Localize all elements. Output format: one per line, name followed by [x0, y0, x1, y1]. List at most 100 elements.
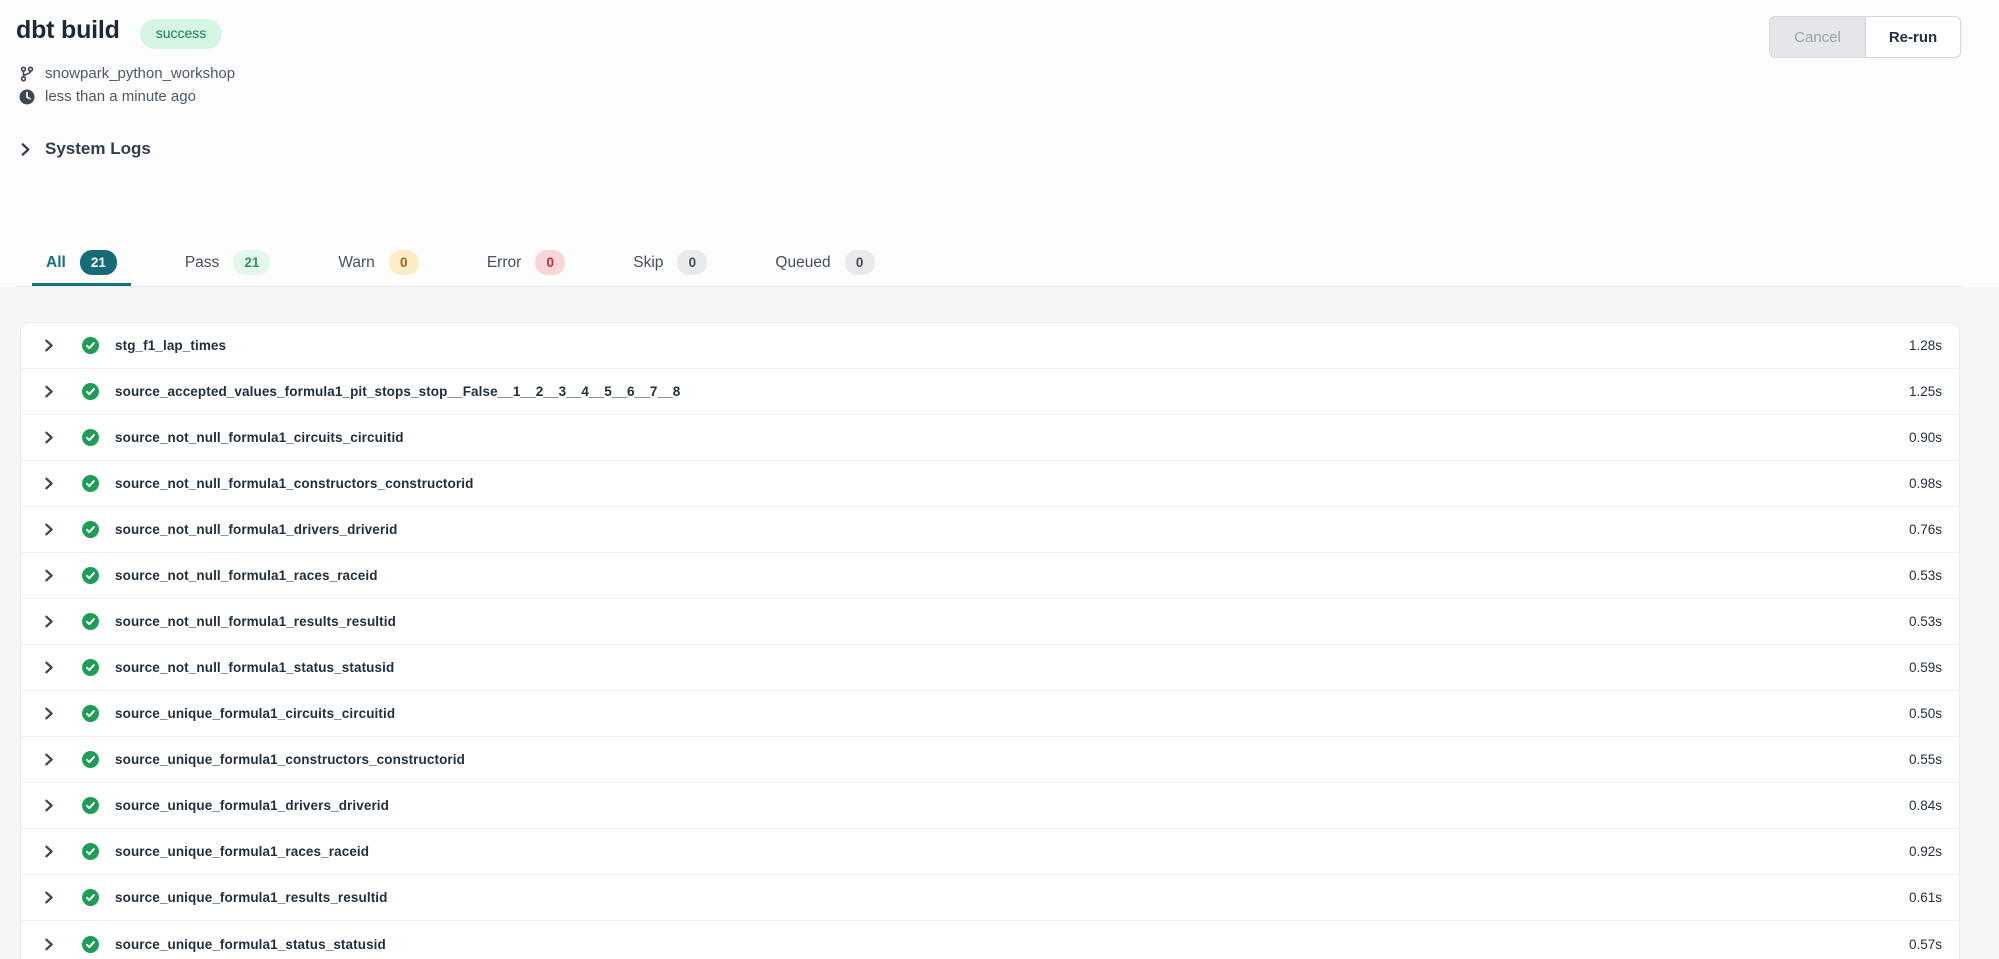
result-name: source_unique_formula1_drivers_driverid — [115, 798, 389, 813]
tab-label: Error — [487, 254, 521, 272]
result-duration: 0.76s — [1909, 522, 1942, 537]
status-filter-tabs: All 21 Pass 21 Warn 0 Error 0 Skip 0 Que… — [16, 242, 1961, 287]
success-check-icon — [82, 751, 99, 768]
git-branch-icon — [18, 66, 36, 82]
success-check-icon — [82, 889, 99, 906]
result-name: source_not_null_formula1_races_raceid — [115, 568, 378, 583]
expand-chevron-icon[interactable] — [42, 430, 60, 445]
result-row[interactable]: source_not_null_formula1_results_resulti… — [21, 599, 1959, 645]
success-check-icon — [82, 659, 99, 676]
tab-label: Skip — [633, 254, 663, 272]
result-row[interactable]: source_unique_formula1_results_resultid … — [21, 875, 1959, 921]
result-row[interactable]: source_accepted_values_formula1_pit_stop… — [21, 369, 1959, 415]
success-check-icon — [82, 429, 99, 446]
tab-count-badge: 21 — [80, 250, 117, 276]
result-duration: 1.28s — [1909, 338, 1942, 353]
tab-all[interactable]: All 21 — [32, 242, 131, 286]
page-title: dbt build — [16, 16, 120, 45]
result-name: source_not_null_formula1_drivers_driveri… — [115, 522, 397, 537]
result-duration: 0.61s — [1909, 890, 1942, 905]
tab-label: All — [46, 254, 66, 272]
tab-label: Pass — [185, 254, 219, 272]
expand-chevron-icon[interactable] — [42, 752, 60, 767]
clock-icon — [18, 89, 36, 105]
chevron-right-icon — [18, 142, 34, 157]
result-duration: 0.84s — [1909, 798, 1942, 813]
run-detail-page: dbt build success Cancel Re-run snowpark… — [0, 0, 1999, 959]
result-duration: 0.55s — [1909, 752, 1942, 767]
result-duration: 0.92s — [1909, 844, 1942, 859]
result-row[interactable]: source_unique_formula1_circuits_circuiti… — [21, 691, 1959, 737]
status-badge: success — [140, 19, 223, 49]
run-time-ago: less than a minute ago — [45, 88, 196, 105]
result-row[interactable]: source_not_null_formula1_circuits_circui… — [21, 415, 1959, 461]
tab-count-badge: 0 — [845, 250, 875, 276]
title-row: dbt build success Cancel Re-run — [16, 16, 1961, 62]
success-check-icon — [82, 797, 99, 814]
result-name: source_unique_formula1_circuits_circuiti… — [115, 706, 395, 721]
result-duration: 0.50s — [1909, 706, 1942, 721]
tab-count-badge: 21 — [233, 250, 270, 276]
result-duration: 0.59s — [1909, 660, 1942, 675]
result-name: source_unique_formula1_races_raceid — [115, 844, 369, 859]
result-name: source_not_null_formula1_circuits_circui… — [115, 430, 404, 445]
result-row[interactable]: source_unique_formula1_constructors_cons… — [21, 737, 1959, 783]
result-duration: 1.25s — [1909, 384, 1942, 399]
tab-warn[interactable]: Warn 0 — [324, 242, 432, 286]
success-check-icon — [82, 567, 99, 584]
run-actions: Cancel Re-run — [1769, 16, 1961, 58]
tab-label: Warn — [338, 254, 374, 272]
result-name: source_accepted_values_formula1_pit_stop… — [115, 384, 680, 399]
result-duration: 0.98s — [1909, 476, 1942, 491]
result-duration: 0.90s — [1909, 430, 1942, 445]
expand-chevron-icon[interactable] — [42, 338, 60, 353]
results-list: stg_f1_lap_times 1.28s source_accepted_v… — [20, 322, 1960, 959]
expand-chevron-icon[interactable] — [42, 614, 60, 629]
expand-chevron-icon[interactable] — [42, 522, 60, 537]
result-row[interactable]: source_not_null_formula1_constructors_co… — [21, 461, 1959, 507]
result-row[interactable]: source_unique_formula1_races_raceid 0.92… — [21, 829, 1959, 875]
success-check-icon — [82, 613, 99, 630]
result-name: stg_f1_lap_times — [115, 338, 226, 353]
expand-chevron-icon[interactable] — [42, 798, 60, 813]
expand-chevron-icon[interactable] — [42, 384, 60, 399]
tab-skip[interactable]: Skip 0 — [619, 242, 721, 286]
success-check-icon — [82, 383, 99, 400]
result-row[interactable]: source_not_null_formula1_drivers_driveri… — [21, 507, 1959, 553]
tab-error[interactable]: Error 0 — [473, 242, 579, 286]
result-name: source_not_null_formula1_results_resulti… — [115, 614, 396, 629]
branch-name: snowpark_python_workshop — [45, 65, 235, 82]
expand-chevron-icon[interactable] — [42, 937, 60, 952]
system-logs-toggle[interactable]: System Logs — [18, 136, 1961, 162]
success-check-icon — [82, 337, 99, 354]
tab-count-badge: 0 — [535, 250, 565, 276]
rerun-button[interactable]: Re-run — [1865, 16, 1961, 58]
time-row: less than a minute ago — [18, 85, 1961, 108]
result-duration: 0.53s — [1909, 568, 1942, 583]
result-name: source_unique_formula1_constructors_cons… — [115, 752, 465, 767]
result-row[interactable]: source_unique_formula1_drivers_driverid … — [21, 783, 1959, 829]
tab-queued[interactable]: Queued 0 — [761, 242, 888, 286]
success-check-icon — [82, 705, 99, 722]
result-name: source_not_null_formula1_constructors_co… — [115, 476, 473, 491]
result-duration: 0.57s — [1909, 937, 1942, 952]
expand-chevron-icon[interactable] — [42, 844, 60, 859]
result-row[interactable]: source_not_null_formula1_races_raceid 0.… — [21, 553, 1959, 599]
expand-chevron-icon[interactable] — [42, 706, 60, 721]
result-row[interactable]: source_unique_formula1_status_statusid 0… — [21, 921, 1959, 959]
expand-chevron-icon[interactable] — [42, 568, 60, 583]
result-row[interactable]: stg_f1_lap_times 1.28s — [21, 323, 1959, 369]
result-row[interactable]: source_not_null_formula1_status_statusid… — [21, 645, 1959, 691]
expand-chevron-icon[interactable] — [42, 890, 60, 905]
tab-label: Queued — [775, 254, 830, 272]
tab-count-badge: 0 — [677, 250, 707, 276]
result-name: source_unique_formula1_results_resultid — [115, 890, 388, 905]
tab-count-badge: 0 — [389, 250, 419, 276]
run-header: dbt build success Cancel Re-run snowpark… — [0, 0, 1999, 287]
success-check-icon — [82, 521, 99, 538]
success-check-icon — [82, 936, 99, 953]
tab-pass[interactable]: Pass 21 — [171, 242, 285, 286]
cancel-button[interactable]: Cancel — [1769, 16, 1865, 58]
expand-chevron-icon[interactable] — [42, 476, 60, 491]
expand-chevron-icon[interactable] — [42, 660, 60, 675]
